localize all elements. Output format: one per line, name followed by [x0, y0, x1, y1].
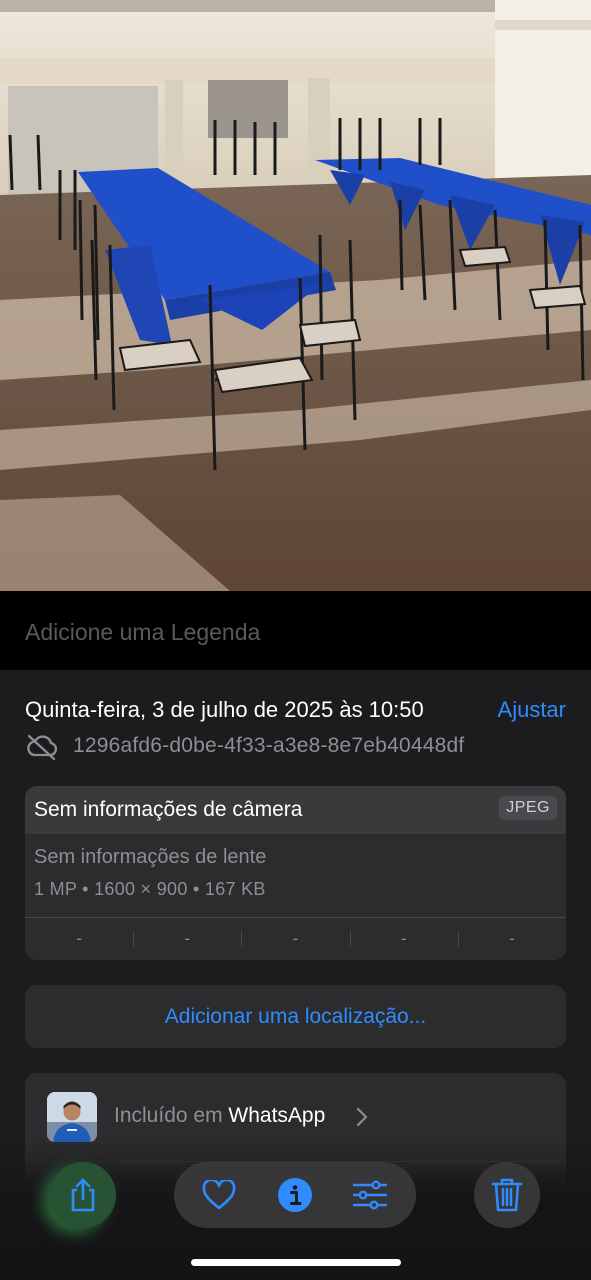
info-icon: [278, 1178, 312, 1212]
trash-icon: [491, 1178, 523, 1212]
album-thumbnail: [47, 1092, 97, 1142]
exposure-value: -: [241, 918, 349, 960]
camera-info-card: Sem informações de câmera JPEG Sem infor…: [25, 786, 566, 960]
add-location-button[interactable]: Adicionar uma localização...: [25, 985, 566, 1048]
photo-actions-bar: [174, 1162, 416, 1228]
photo-viewer[interactable]: [0, 0, 591, 591]
caption-input[interactable]: Adicione uma Legenda: [25, 619, 260, 646]
focal-length-value: -: [133, 918, 241, 960]
shutter-speed-value: -: [457, 918, 566, 960]
file-name: 1296afd6-d0be-4f33-a3e8-8e7eb40448df: [73, 734, 465, 757]
camera-title: Sem informações de câmera: [34, 798, 303, 821]
chevron-right-icon: [356, 1107, 368, 1127]
exif-metrics: - - - - -: [25, 918, 566, 960]
share-icon: [71, 1178, 95, 1212]
favorite-button[interactable]: [199, 1175, 239, 1215]
image-specs: 1 MP • 1600 × 900 • 167 KB: [34, 879, 266, 899]
heart-icon: [202, 1180, 236, 1210]
format-badge: JPEG: [499, 796, 557, 820]
file-row: 1296afd6-d0be-4f33-a3e8-8e7eb40448df: [25, 732, 566, 762]
date-row: Quinta-feira, 3 de julho de 2025 às 10:5…: [25, 697, 566, 727]
album-name: WhatsApp: [228, 1104, 326, 1127]
edit-button[interactable]: [350, 1175, 390, 1215]
lens-info: Sem informações de lente: [34, 846, 267, 868]
album-prefix: Incluído em: [114, 1104, 229, 1127]
share-button[interactable]: [50, 1162, 116, 1228]
aperture-value: -: [349, 918, 458, 960]
add-location-label: Adicionar uma localização...: [164, 1004, 427, 1028]
home-indicator[interactable]: [191, 1259, 401, 1266]
photo-date: Quinta-feira, 3 de julho de 2025 às 10:5…: [25, 697, 424, 722]
info-button[interactable]: [275, 1175, 315, 1215]
cloud-slash-icon: [27, 734, 58, 761]
sliders-icon: [352, 1180, 388, 1210]
album-label: Incluído em WhatsApp: [114, 1104, 325, 1128]
adjust-button[interactable]: Ajustar: [498, 697, 566, 723]
camera-header: Sem informações de câmera JPEG: [25, 786, 566, 834]
delete-button[interactable]: [474, 1162, 540, 1228]
caption-area[interactable]: Adicione uma Legenda: [0, 591, 591, 670]
event-hall-photo: [0, 0, 591, 591]
iso-value: -: [76, 929, 82, 948]
